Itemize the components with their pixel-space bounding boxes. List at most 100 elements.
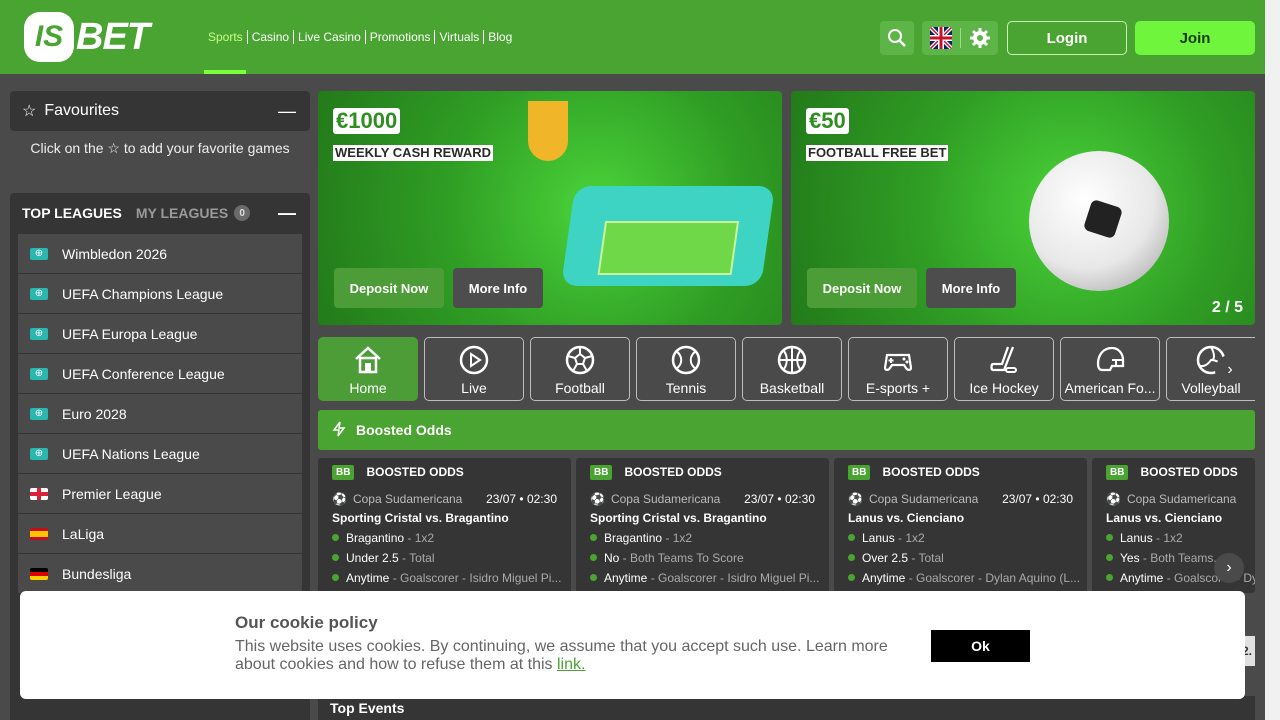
league-item[interactable]: ⊕ UEFA Europa League	[18, 314, 302, 353]
selection-market: - Both Teams To Score	[619, 551, 744, 565]
join-button[interactable]: Join	[1135, 21, 1255, 55]
league-item[interactable]: ⊕ UEFA Conference League	[18, 354, 302, 393]
selection-value: Anytime	[346, 571, 390, 585]
page-scrollbar[interactable]	[1265, 0, 1280, 720]
tab-tennis[interactable]: Tennis	[636, 337, 736, 401]
uk-flag-icon[interactable]	[929, 27, 952, 49]
league-item[interactable]: LaLiga	[18, 514, 302, 553]
favourites-panel[interactable]: ☆ Favourites —	[10, 91, 310, 131]
selection: Over 2.5 - Total	[848, 551, 1073, 565]
league-name: Copa Sudamericana	[1126, 492, 1237, 506]
league-name: Copa Sudamericana	[868, 492, 979, 506]
league-item[interactable]: ⊕ UEFA Nations League	[18, 434, 302, 473]
league-item[interactable]: ⊕ Wimbledon 2026	[18, 234, 302, 273]
logo-badge: IS	[24, 12, 74, 62]
promo-banner-free-bet[interactable]: €50 FOOTBALL FREE BET Deposit Now More I…	[791, 91, 1255, 325]
boosted-next-button[interactable]: ›	[1214, 553, 1244, 583]
more-info-button[interactable]: More Info	[453, 268, 543, 308]
star-icon: ☆	[22, 103, 37, 120]
nav-promotions[interactable]: Promotions	[364, 30, 435, 44]
stadium-illustration	[560, 186, 776, 286]
divider	[959, 28, 961, 48]
selection: Lanus - 1x2	[848, 531, 1073, 545]
nav-casino[interactable]: Casino	[246, 30, 293, 44]
search-button[interactable]	[880, 21, 914, 55]
trophy-illustration	[528, 101, 568, 161]
active-nav-indicator	[204, 70, 246, 74]
boosted-card[interactable]: BB BOOSTED ODDS ⚽ Copa Sudamericana 23/07 •…	[576, 458, 829, 593]
collapse-icon[interactable]: —	[278, 101, 296, 122]
tab-football[interactable]: Football	[530, 337, 630, 401]
tab-label: Basketball	[759, 380, 825, 396]
globe-icon: ⊕	[30, 327, 48, 340]
tab-live[interactable]: Live	[424, 337, 524, 401]
league-item[interactable]: ⊕ Euro 2028	[18, 394, 302, 433]
football-icon: ⚽	[1106, 492, 1121, 506]
tab-label: Football	[555, 380, 605, 396]
boosted-odds-header: Boosted Odds	[318, 410, 1255, 450]
league-item[interactable]: Premier League	[18, 474, 302, 513]
selection-value: Bragantino	[346, 531, 405, 545]
selection: Under 2.5 - Total	[332, 551, 557, 565]
globe-icon: ⊕	[30, 287, 48, 300]
selection: Anytime - Goalscorer - Isidro Miguel Pi.…	[590, 571, 819, 585]
helmet-icon	[1096, 346, 1125, 372]
tab-label: Tennis	[665, 380, 707, 396]
tab-label: Ice Hockey	[969, 380, 1039, 396]
cookie-title: Our cookie policy	[235, 613, 378, 632]
tab-esports[interactable]: E-sports +	[848, 337, 948, 401]
nav-live-casino[interactable]: Live Casino	[293, 30, 365, 44]
selection: Anytime - Goalscorer - Dylan Aquino (L..…	[848, 571, 1080, 585]
league-item[interactable]: ⊕ UEFA Champions League	[18, 274, 302, 313]
nav-sports[interactable]: Sports	[204, 30, 247, 44]
nav-blog[interactable]: Blog	[483, 30, 516, 44]
boosted-card[interactable]: BB BOOSTED ODDS ⚽ Copa Sudamericana 23/07 •…	[834, 458, 1087, 593]
banner-subtitle: FOOTBALL FREE BET	[806, 145, 949, 161]
gear-icon[interactable]	[969, 27, 991, 49]
collapse-icon[interactable]: —	[278, 203, 296, 224]
selection-market: - Both Teams...	[1139, 551, 1224, 565]
tab-my-leagues-label: MY LEAGUES	[135, 205, 229, 221]
match-name: Lanus vs. Cienciano	[848, 511, 965, 525]
boosted-card[interactable]: BB BOOSTED ODDS ⚽ Copa Sudamericana 23/07 •…	[318, 458, 571, 593]
tab-home[interactable]: Home	[318, 337, 418, 401]
nav-virtuals[interactable]: Virtuals	[434, 30, 483, 44]
chevron-right-icon: ›	[1227, 361, 1233, 378]
selection-market: - Goalscorer - Isidro Miguel Pi...	[389, 571, 562, 585]
match-name: Sporting Cristal vs. Bragantino	[590, 511, 767, 525]
selection-value: Over 2.5	[862, 551, 909, 565]
tab-ice-hockey[interactable]: Ice Hockey	[954, 337, 1054, 401]
login-button[interactable]: Login	[1007, 21, 1127, 55]
hockey-stick-icon	[990, 346, 1017, 373]
tab-top-leagues[interactable]: TOP LEAGUES	[22, 205, 122, 221]
selection-market: - 1x2	[894, 531, 925, 545]
promo-banner-cash-reward[interactable]: €1000 WEEKLY CASH REWARD Deposit Now Mor…	[318, 91, 782, 325]
selection-value: No	[604, 551, 620, 565]
event-date: 23/07 • 02:30	[486, 492, 557, 506]
boosted-odds-title: Boosted Odds	[356, 422, 452, 438]
categories-next-button[interactable]: ›	[1215, 355, 1245, 385]
tab-my-leagues[interactable]: MY LEAGUES 0	[135, 205, 251, 221]
selection-market: - Total	[908, 551, 944, 565]
tab-basketball[interactable]: Basketball	[742, 337, 842, 401]
globe-icon: ⊕	[30, 447, 48, 460]
cookie-link[interactable]: link.	[557, 656, 585, 673]
top-events-header: Top Events	[318, 696, 1255, 720]
league-item[interactable]: Bundesliga	[18, 554, 302, 593]
germany-flag-icon	[30, 567, 48, 580]
logo[interactable]: IS BET	[24, 12, 150, 62]
league-label: UEFA Champions League	[62, 285, 224, 302]
spain-flag-icon	[30, 527, 48, 540]
league-label: UEFA Conference League	[62, 365, 225, 382]
selection: Bragantino - 1x2	[590, 531, 815, 545]
league-label: Euro 2028	[62, 405, 127, 422]
deposit-now-button[interactable]: Deposit Now	[807, 268, 917, 308]
tab-american-football[interactable]: American Fo...	[1060, 337, 1160, 401]
globe-icon: ⊕	[30, 407, 48, 420]
cookie-ok-button[interactable]: Ok	[931, 630, 1030, 662]
selection-market: - Total	[398, 551, 435, 565]
deposit-now-button[interactable]: Deposit Now	[334, 268, 444, 308]
selection-market: - 1x2	[404, 531, 435, 545]
more-info-button[interactable]: More Info	[926, 268, 1016, 308]
tennis-ball-icon	[671, 345, 701, 375]
